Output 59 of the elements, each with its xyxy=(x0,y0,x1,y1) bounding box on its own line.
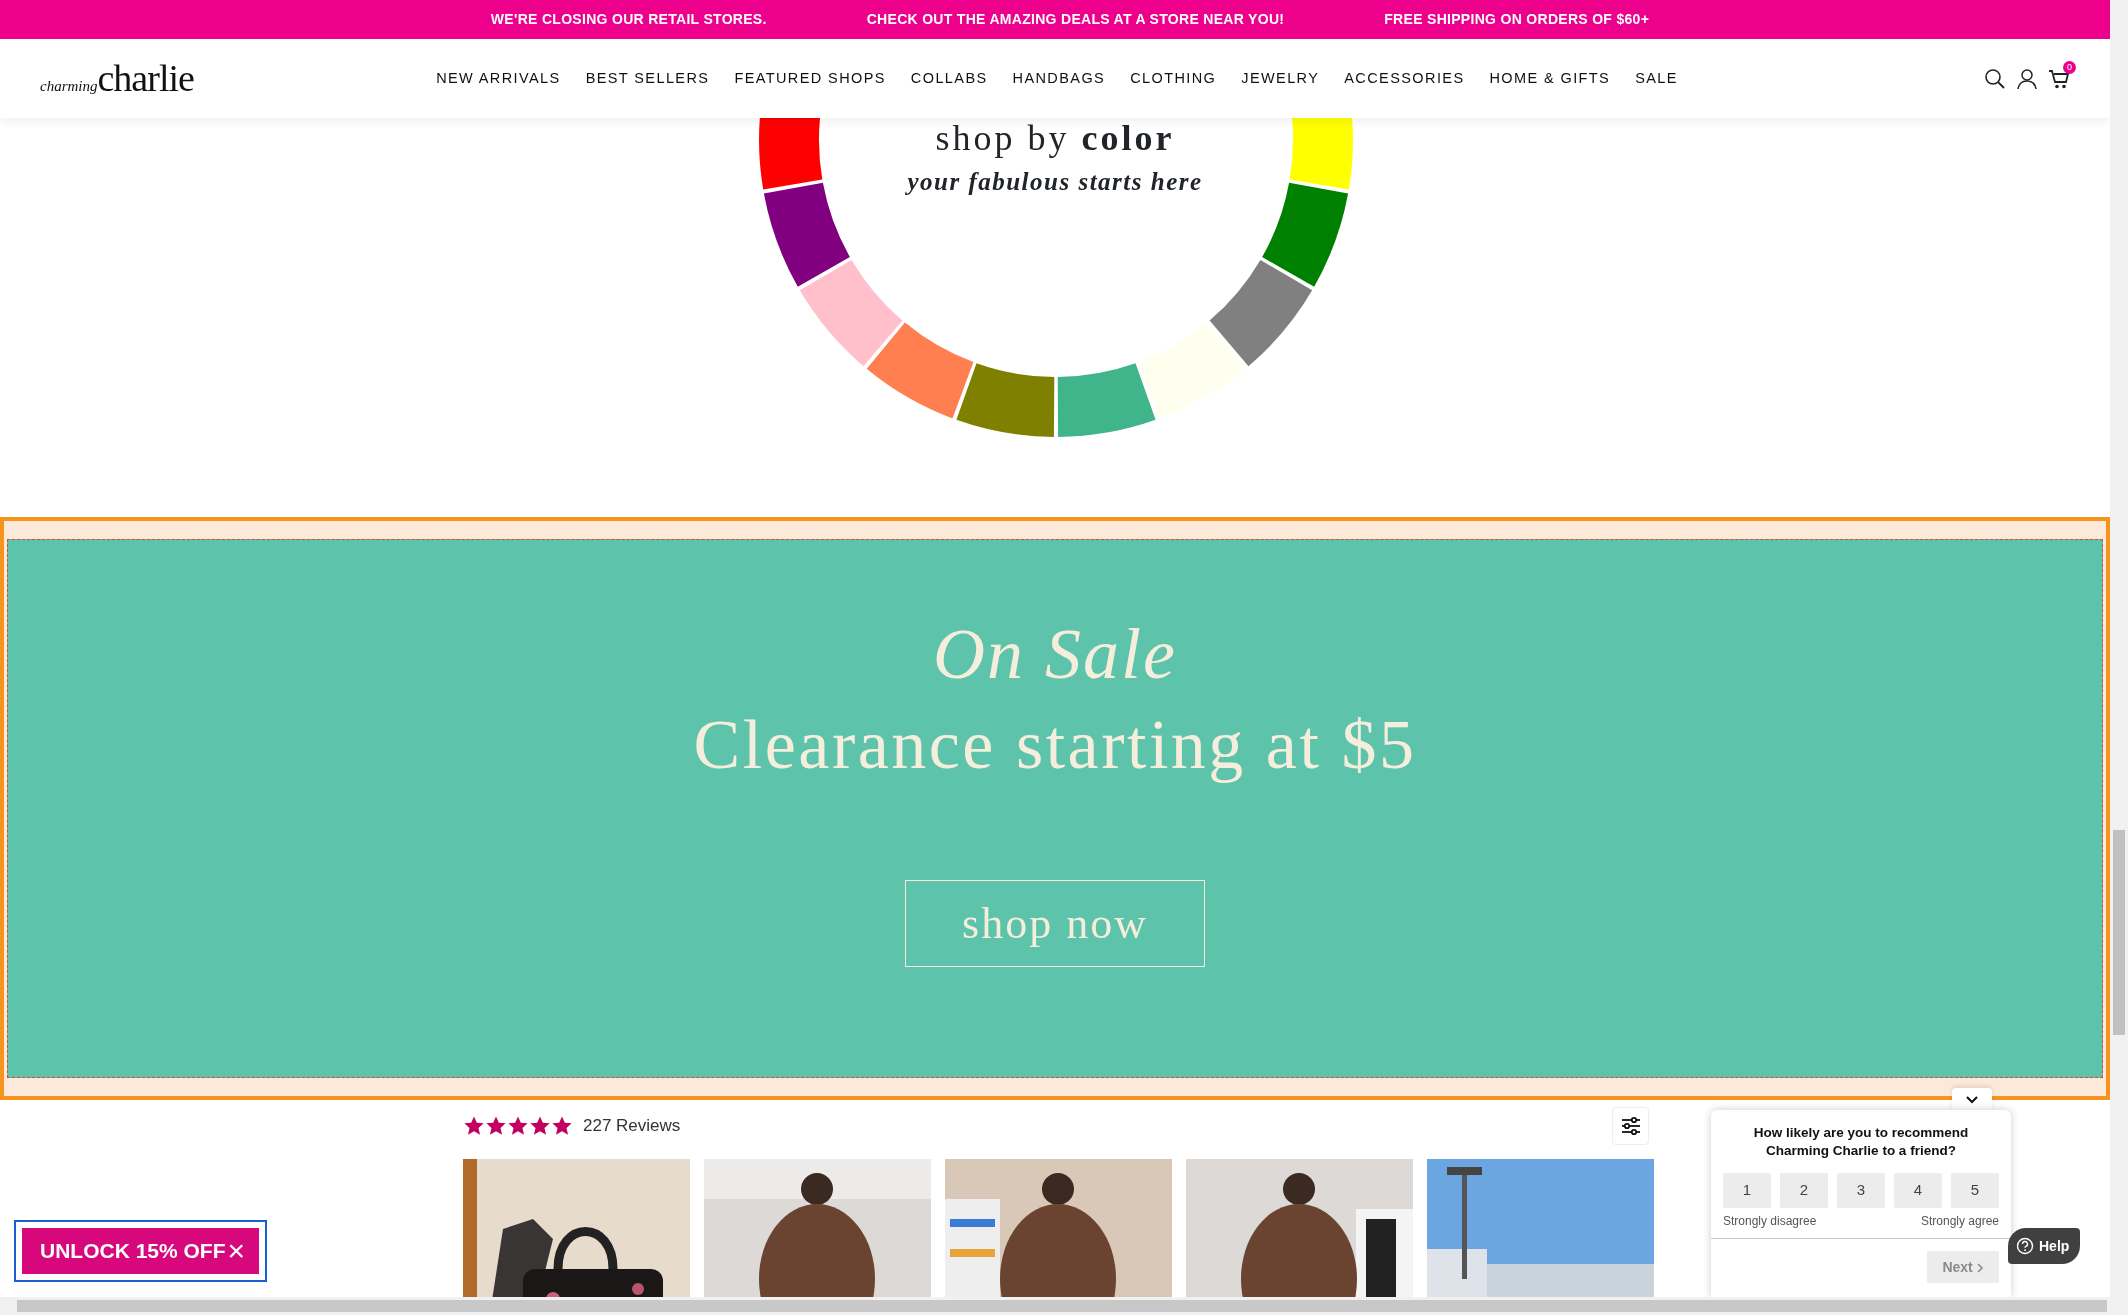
scale-label: Strongly agree xyxy=(1920,1213,1999,1231)
promo-eyebrow: On Sale xyxy=(933,618,1177,690)
nav-link[interactable]: CLOTHING xyxy=(1130,67,1217,90)
scale-label: Strongly disagree xyxy=(1723,1213,1817,1231)
rating-option[interactable]: 2 xyxy=(1780,1173,1828,1209)
color-swatch[interactable] xyxy=(956,363,1055,437)
star-icon xyxy=(463,1115,485,1137)
star-icon xyxy=(485,1115,507,1137)
scrollbar-thumb[interactable] xyxy=(17,1300,2107,1312)
review-count: 227 Reviews xyxy=(583,1115,681,1138)
nav-link[interactable]: COLLABS xyxy=(910,67,988,90)
color-swatch[interactable] xyxy=(1262,182,1349,287)
nav-link[interactable]: JEWELRY xyxy=(1241,67,1320,90)
cart-count: 0 xyxy=(2063,60,2076,74)
close-button[interactable]: × xyxy=(227,1236,245,1266)
account-button[interactable] xyxy=(2016,66,2038,91)
survey-question: How likely are you to recommend Charming Charlie to a friend? xyxy=(1752,1124,1970,1160)
search-button[interactable] xyxy=(1984,66,2006,91)
nav-link[interactable]: HANDBAGS xyxy=(1012,67,1106,90)
color-swatch[interactable] xyxy=(799,259,903,367)
filter-button[interactable] xyxy=(1612,1107,1649,1145)
color-swatch[interactable] xyxy=(1057,363,1156,437)
star-icon xyxy=(551,1115,573,1137)
section-subtitle: your fabulous starts here xyxy=(907,167,1203,197)
chevron-right-icon xyxy=(1976,1262,1984,1273)
star-icon xyxy=(507,1115,529,1137)
nav-link[interactable]: FEATURED SHOPS xyxy=(734,67,886,90)
help-button[interactable]: Help xyxy=(2008,1228,2080,1264)
rating-option[interactable]: 3 xyxy=(1837,1173,1885,1209)
logo[interactable]: charmingcharlie xyxy=(40,50,240,107)
sliders-icon xyxy=(1620,1116,1641,1136)
offer-label: UNLOCK 15% OFF xyxy=(40,1238,226,1265)
announcement-text: WE'RE CLOSING OUR RETAIL STORES. xyxy=(490,10,767,29)
scrollbar-thumb[interactable] xyxy=(2113,830,2125,1035)
rating-option[interactable]: 4 xyxy=(1894,1173,1942,1209)
color-swatch[interactable] xyxy=(866,322,974,419)
nav-link[interactable]: NEW ARRIVALS xyxy=(436,67,561,90)
nav-link[interactable]: ACCESSORIES xyxy=(1344,67,1465,90)
nav-link[interactable]: HOME & GIFTS xyxy=(1489,67,1611,90)
color-swatch[interactable] xyxy=(1209,259,1313,367)
nav-link[interactable]: SALE xyxy=(1635,67,1678,90)
search-icon xyxy=(1984,68,2006,91)
nav-link[interactable]: BEST SELLERS xyxy=(585,67,710,90)
rating-option[interactable]: 1 xyxy=(1723,1173,1771,1209)
cart-icon xyxy=(2048,68,2070,91)
unlock-offer-button[interactable]: UNLOCK 15% OFF× xyxy=(22,1228,259,1274)
color-swatch[interactable] xyxy=(1138,322,1246,419)
color-swatch[interactable] xyxy=(1289,118,1353,190)
color-swatch[interactable] xyxy=(759,118,823,190)
help-icon xyxy=(2016,1237,2034,1255)
user-icon xyxy=(2016,68,2038,91)
star-icon xyxy=(529,1115,551,1137)
color-swatch[interactable] xyxy=(763,182,850,287)
rating-option[interactable]: 5 xyxy=(1951,1173,1999,1209)
announcement-text: CHECK OUT THE AMAZING DEALS AT A STORE NEAR YOU! xyxy=(866,10,1285,29)
announcement-text: FREE SHIPPING ON ORDERS OF $60+ xyxy=(1384,10,1650,29)
chevron-down-icon xyxy=(1966,1096,1978,1104)
section-title: shop by color xyxy=(935,120,1175,156)
collapse-button[interactable] xyxy=(1952,1088,1992,1112)
